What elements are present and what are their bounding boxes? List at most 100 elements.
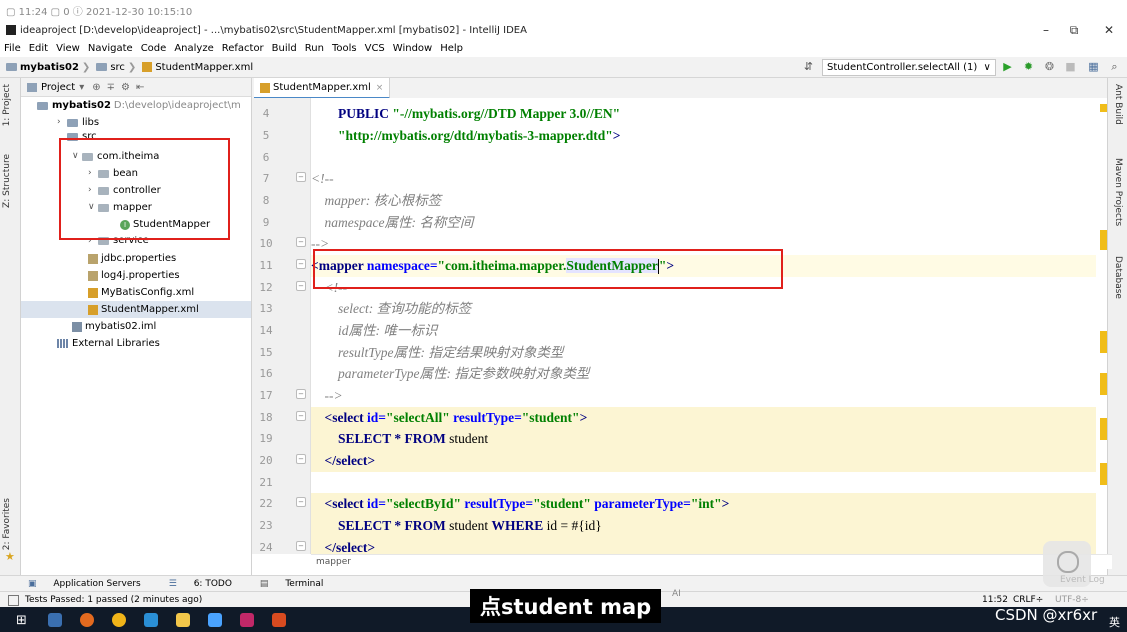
editor-breadcrumb[interactable]: mapper — [311, 554, 1112, 569]
fold-toggle-icon[interactable]: − — [296, 411, 306, 421]
scroll-marker[interactable] — [1100, 463, 1107, 485]
fold-toggle-icon[interactable]: − — [296, 172, 306, 182]
menu-analyze[interactable]: Analyze — [174, 43, 213, 54]
code-line-24: </select> — [311, 537, 1096, 554]
caret-position[interactable]: 11:52 — [982, 595, 1008, 605]
windows-start-icon[interactable]: ⊞ — [16, 613, 27, 628]
scroll-marker[interactable] — [1100, 418, 1107, 440]
close-button[interactable]: ✕ — [1091, 20, 1127, 40]
line-number: 18 — [259, 411, 273, 424]
coverage-icon[interactable]: ❂ — [1043, 60, 1056, 73]
project-view-select[interactable]: Project — [41, 82, 75, 93]
tab-database[interactable]: Database — [1113, 256, 1123, 299]
taskbar-app-icon[interactable] — [208, 613, 222, 627]
settings-gear-icon[interactable]: ⚙ — [121, 82, 130, 93]
code-editor[interactable]: PUBLIC "-//mybatis.org//DTD Mapper 3.0//… — [311, 98, 1096, 554]
chevron-right-icon[interactable]: › — [57, 114, 67, 131]
application-servers-button[interactable]: ▣ Application Servers — [14, 579, 141, 589]
error-stripe[interactable] — [1096, 98, 1107, 554]
fold-toggle-icon[interactable]: − — [296, 497, 306, 507]
fold-toggle-icon[interactable]: − — [296, 259, 306, 269]
code-line-17: --> — [324, 388, 343, 403]
line-separator[interactable]: CRLF÷ — [1013, 595, 1043, 605]
breadcrumb-mapper[interactable]: mapper — [316, 557, 351, 567]
line-number: 20 — [259, 454, 273, 467]
code-line-14: id属性: 唯一标识 — [338, 323, 438, 338]
tree-item-jdbc-properties[interactable]: jdbc.properties — [88, 250, 176, 267]
locate-icon[interactable]: ⊕ — [92, 82, 100, 93]
tab-structure[interactable]: Z: Structure — [2, 154, 12, 208]
menu-view[interactable]: View — [56, 43, 80, 54]
tree-item-external-libraries[interactable]: External Libraries — [57, 335, 160, 352]
restore-button[interactable]: ⧉ — [1056, 20, 1092, 40]
menu-refactor[interactable]: Refactor — [222, 43, 264, 54]
menu-file[interactable]: File — [4, 43, 21, 54]
tree-item-mybatis02-iml[interactable]: mybatis02.iml — [72, 318, 156, 335]
menu-build[interactable]: Build — [272, 43, 297, 54]
tree-item-mybatis02[interactable]: mybatis02 D:\develop\ideaproject\m — [37, 97, 241, 114]
menu-tools[interactable]: Tools — [332, 43, 357, 54]
tree-item-log4j-properties[interactable]: log4j.properties — [88, 267, 180, 284]
recording-info-text: ▢ 11:24 ▢ 0 ⓘ 2021-12-30 10:15:10 — [6, 7, 193, 18]
taskbar-app-icon[interactable] — [48, 613, 62, 627]
chrome-icon[interactable] — [112, 613, 126, 627]
line-number: 11 — [259, 259, 273, 272]
scroll-marker[interactable] — [1100, 230, 1107, 250]
run-configuration-select[interactable]: StudentController.selectAll (1) ∨ — [822, 59, 996, 76]
taskbar-app-icon[interactable] — [144, 613, 158, 627]
collapse-icon[interactable]: ∓ — [107, 82, 115, 93]
sort-icon[interactable]: ⇵ — [802, 60, 815, 73]
status-message[interactable]: Tests Passed: 1 passed (2 minutes ago) — [25, 595, 202, 605]
powerpoint-icon[interactable] — [272, 613, 286, 627]
tab-project[interactable]: 1: Project — [2, 84, 12, 126]
tab-favorites[interactable]: 2: Favorites — [2, 498, 12, 550]
project-structure-icon[interactable]: ▦ — [1087, 60, 1100, 73]
menu-navigate[interactable]: Navigate — [88, 43, 133, 54]
intellij-idea-icon[interactable] — [240, 613, 254, 627]
line-number: 9 — [262, 216, 270, 229]
fold-toggle-icon[interactable]: − — [296, 237, 306, 247]
tab-maven-projects[interactable]: Maven Projects — [1113, 158, 1123, 226]
debug-icon[interactable]: ✹ — [1022, 60, 1035, 73]
stop-icon[interactable]: ■ — [1064, 60, 1077, 73]
line-number: 19 — [259, 432, 273, 445]
scroll-marker[interactable] — [1100, 331, 1107, 353]
menu-window[interactable]: Window — [393, 43, 432, 54]
tab-ant-build[interactable]: Ant Build — [1113, 84, 1123, 125]
firefox-icon[interactable] — [80, 613, 94, 627]
breadcrumb-project[interactable]: mybatis02 — [0, 62, 79, 73]
dropdown-arrow-icon[interactable]: ▾ — [79, 82, 84, 93]
menu-run[interactable]: Run — [305, 43, 324, 54]
event-log-button[interactable]: Event Log — [1060, 575, 1105, 585]
scroll-marker[interactable] — [1100, 104, 1107, 112]
fold-toggle-icon[interactable]: − — [296, 389, 306, 399]
menu-edit[interactable]: Edit — [29, 43, 48, 54]
search-icon[interactable]: ⌕ — [1108, 60, 1121, 73]
tree-item-libs[interactable]: › libs — [57, 114, 99, 131]
close-tab-icon[interactable]: × — [376, 83, 384, 93]
fold-toggle-icon[interactable]: − — [296, 454, 306, 464]
tree-item-mybatisconfig[interactable]: MyBatisConfig.xml — [88, 284, 194, 301]
window-title: ideaproject [D:\develop\ideaproject] - .… — [20, 24, 527, 36]
menu-code[interactable]: Code — [141, 43, 167, 54]
tree-item-studentmapper-xml[interactable]: StudentMapper.xml — [21, 301, 251, 318]
menu-vcs[interactable]: VCS — [365, 43, 385, 54]
breadcrumb-file[interactable]: StudentMapper.xml — [136, 62, 253, 73]
line-number: 7 — [262, 172, 270, 185]
toggle-toolwindows-icon[interactable] — [8, 594, 19, 606]
menu-help[interactable]: Help — [440, 43, 463, 54]
todo-button[interactable]: ☰ 6: TODO — [155, 579, 232, 589]
scroll-marker[interactable] — [1100, 373, 1107, 395]
breadcrumb-src[interactable]: src — [90, 62, 125, 73]
file-encoding[interactable]: UTF-8÷ — [1055, 595, 1089, 605]
hide-icon[interactable]: ⇤ — [136, 82, 144, 93]
terminal-button[interactable]: ▤ Terminal — [246, 579, 323, 589]
fold-toggle-icon[interactable]: − — [296, 541, 306, 551]
project-panel-header: Project ▾ ⊕ ∓ ⚙ ⇤ — [21, 78, 251, 97]
iml-file-icon — [72, 321, 82, 332]
tab-studentmapper-xml[interactable]: StudentMapper.xml × — [254, 78, 391, 99]
ime-indicator[interactable]: 英 — [1109, 614, 1120, 630]
fold-toggle-icon[interactable]: − — [296, 281, 306, 291]
run-icon[interactable]: ▶ — [1001, 60, 1014, 73]
file-explorer-icon[interactable] — [176, 613, 190, 627]
